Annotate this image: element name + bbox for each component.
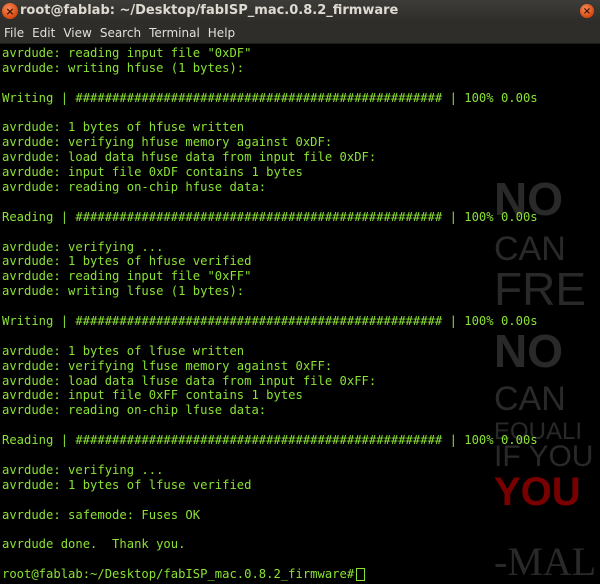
terminal-line: avrdude: load data hfuse data from input… [2, 150, 377, 165]
terminal-line: avrdude: writing lfuse (1 bytes): [2, 284, 245, 299]
menu-help[interactable]: Help [208, 26, 235, 40]
terminal-line: avrdude: reading input file "0xDF" [2, 46, 252, 60]
shell-prompt[interactable]: root@fablab:~/Desktop/fabISP_mac.0.8.2_f… [2, 567, 600, 582]
terminal-line: avrdude: verifying hfuse memory against … [2, 135, 333, 150]
terminal-line: Reading | ##############################… [2, 433, 538, 448]
terminal-line: Writing | ##############################… [2, 314, 538, 329]
terminal-line: avrdude: reading on-chip hfuse data: [2, 180, 267, 195]
terminal-line: avrdude: input file 0xFF contains 1 byte… [2, 388, 303, 403]
terminal-line: avrdude: 1 bytes of lfuse verified [2, 477, 252, 492]
menu-search[interactable]: Search [100, 26, 141, 40]
terminal-line: avrdude: verifying ... [2, 462, 164, 477]
menu-edit[interactable]: Edit [32, 26, 55, 40]
terminal-line: avrdude: 1 bytes of lfuse written [2, 343, 245, 358]
terminal-line: avrdude: 1 bytes of hfuse verified [2, 254, 252, 269]
prompt-text: root@fablab:~/Desktop/fabISP_mac.0.8.2_f… [2, 567, 355, 582]
menu-terminal[interactable]: Terminal [149, 26, 200, 40]
terminal-line: avrdude: verifying lfuse memory against … [2, 358, 333, 373]
close-window-icon[interactable]: × [580, 4, 594, 18]
terminal-line: avrdude: load data lfuse data from input… [2, 373, 377, 388]
terminal-line: avrdude: writing hfuse (1 bytes): [2, 60, 245, 75]
terminal-line: avrdude: safemode: Fuses OK [2, 507, 201, 522]
terminal-line: avrdude: reading on-chip lfuse data: [2, 403, 267, 418]
terminal-line: avrdude: input file 0xDF contains 1 byte… [2, 165, 303, 180]
terminal-line: Reading | ##############################… [2, 209, 538, 224]
terminal-output: avrdude: reading input file "0xDF" avrdud… [2, 46, 600, 582]
menu-bar: File Edit View Search Terminal Help [0, 23, 600, 44]
terminal-line: avrdude done. Thank you. [2, 537, 186, 552]
terminal-line: avrdude: reading input file "0xFF" [2, 269, 252, 284]
close-icon[interactable]: × [2, 3, 18, 19]
terminal-line: avrdude: 1 bytes of hfuse written [2, 120, 245, 135]
terminal-line: avrdude: verifying ... [2, 239, 164, 254]
terminal-area[interactable]: NO CAN FRE NO CAN EQUALI IF YOU YOU -MAL… [0, 44, 600, 584]
menu-view[interactable]: View [63, 26, 91, 40]
menu-file[interactable]: File [4, 26, 24, 40]
window-title: root@fablab: ~/Desktop/fabISP_mac.0.8.2_… [20, 3, 399, 18]
terminal-line: Writing | ##############################… [2, 90, 538, 105]
text-cursor [356, 568, 366, 582]
title-bar: × root@fablab: ~/Desktop/fabISP_mac.0.8.… [0, 0, 600, 23]
